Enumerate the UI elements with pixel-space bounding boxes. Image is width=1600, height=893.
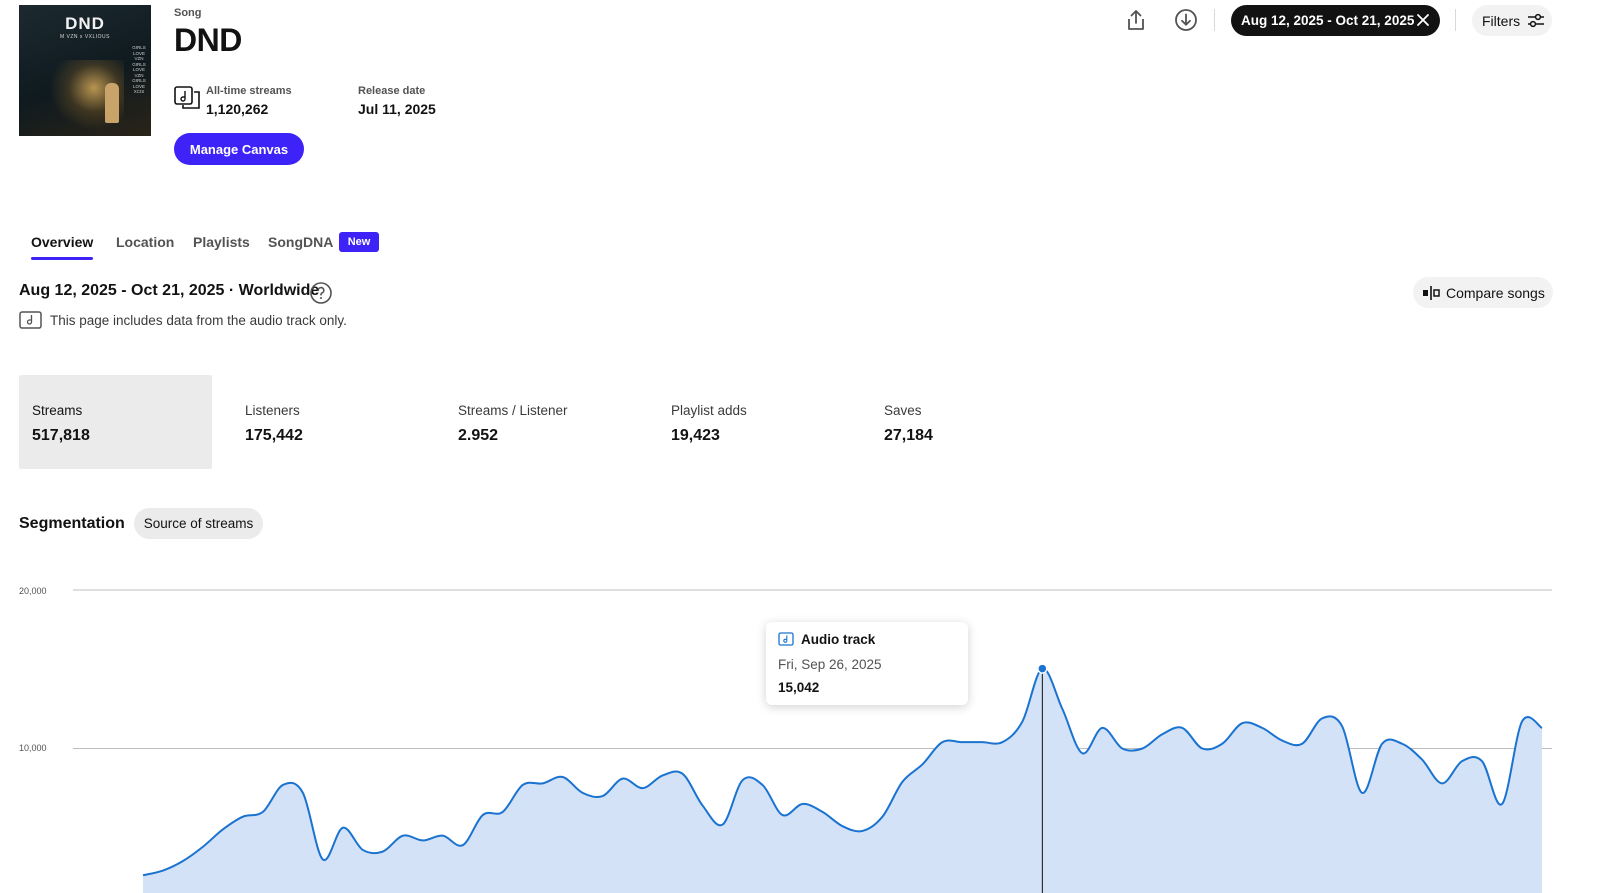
new-badge: New — [339, 232, 379, 252]
tab-playlists[interactable]: Playlists — [193, 234, 250, 250]
close-icon[interactable] — [1415, 12, 1431, 28]
metric-saves[interactable]: Saves 27,184 — [871, 375, 1064, 469]
segmentation-label: Segmentation — [19, 515, 125, 532]
date-range-chip[interactable]: Aug 12, 2025 - Oct 21, 2025 — [1231, 5, 1440, 36]
audio-only-note: This page includes data from the audio t… — [50, 313, 347, 328]
metric-label: Saves — [884, 403, 922, 418]
cover-tracklist-item: LOVE — [132, 67, 145, 72]
tooltip-series: Audio track — [801, 632, 876, 647]
filters-label: Filters — [1482, 12, 1521, 29]
metric-streams[interactable]: Streams 517,818 — [19, 375, 212, 469]
streams-icon — [174, 86, 200, 109]
chart-tooltip: Audio track Fri, Sep 26, 2025 15,042 — [766, 622, 968, 705]
all-time-streams-label: All-time streams — [206, 85, 292, 97]
streams-chart[interactable]: 20,000 10,000 — [0, 560, 1600, 893]
manage-canvas-button[interactable]: Manage Canvas — [174, 133, 304, 165]
metric-label: Streams — [32, 403, 83, 418]
compare-songs-button[interactable]: Compare songs — [1413, 277, 1553, 308]
toolbar-divider — [1455, 9, 1456, 31]
release-date-label: Release date — [358, 85, 426, 97]
metric-label: Playlist adds — [671, 403, 747, 418]
metric-playlist-adds[interactable]: Playlist adds 19,423 — [658, 375, 851, 469]
y-tick-label: 20,000 — [19, 586, 47, 596]
date-range-label: Aug 12, 2025 - Oct 21, 2025 — [1241, 13, 1415, 28]
tab-overview[interactable]: Overview — [31, 234, 93, 250]
range-heading: Aug 12, 2025 - Oct 21, 2025 · Worldwide — [19, 282, 320, 299]
metric-value: 517,818 — [32, 427, 90, 444]
source-of-streams-chip[interactable]: Source of streams — [134, 508, 263, 539]
album-cover: DND M VZN x VXLIOUS GIRLS LOVE VZN GIRLS… — [19, 5, 151, 136]
tab-location[interactable]: Location — [116, 234, 174, 250]
song-kicker: Song — [174, 7, 202, 19]
cover-figure — [105, 83, 119, 123]
metric-value: 27,184 — [884, 427, 933, 444]
share-icon[interactable] — [1122, 6, 1150, 34]
compare-songs-label: Compare songs — [1446, 284, 1545, 301]
filters-icon — [1528, 13, 1544, 28]
metric-listeners[interactable]: Listeners 175,442 — [232, 375, 425, 469]
cover-title: DND — [65, 14, 105, 33]
active-tab-indicator — [31, 257, 93, 260]
audio-track-icon — [778, 632, 794, 646]
metric-value: 175,442 — [245, 427, 303, 444]
hover-point — [1037, 663, 1048, 674]
toolbar-divider — [1214, 9, 1215, 31]
tab-songdna[interactable]: SongDNA — [268, 234, 333, 250]
metric-value: 19,423 — [671, 427, 720, 444]
filters-button[interactable]: Filters — [1472, 5, 1552, 36]
download-icon[interactable] — [1172, 6, 1200, 34]
release-date-value: Jul 11, 2025 — [358, 101, 436, 117]
tooltip-value: 15,042 — [778, 680, 820, 695]
metric-label: Streams / Listener — [458, 403, 568, 418]
help-icon[interactable] — [309, 281, 333, 305]
audio-track-icon — [19, 311, 42, 329]
cover-tracklist-item: XCIS — [133, 89, 145, 94]
all-time-streams-value: 1,120,262 — [206, 101, 269, 117]
tooltip-date: Fri, Sep 26, 2025 — [778, 657, 882, 672]
metric-label: Listeners — [245, 403, 300, 418]
cover-subtitle: M VZN x VXLIOUS — [59, 34, 110, 40]
compare-icon — [1423, 286, 1440, 300]
y-tick-label: 10,000 — [19, 743, 47, 753]
cover-tracklist-item: GIRLS — [132, 78, 146, 83]
cover-tracklist-item: GIRLS — [132, 45, 146, 50]
cover-tracklist: GIRLS LOVE VZN GIRLS LOVE VZN GIRLS LOVE… — [132, 45, 146, 95]
song-title: DND — [174, 22, 242, 58]
metric-value: 2.952 — [458, 427, 499, 444]
metric-streams-per-listener[interactable]: Streams / Listener 2.952 — [445, 375, 638, 469]
